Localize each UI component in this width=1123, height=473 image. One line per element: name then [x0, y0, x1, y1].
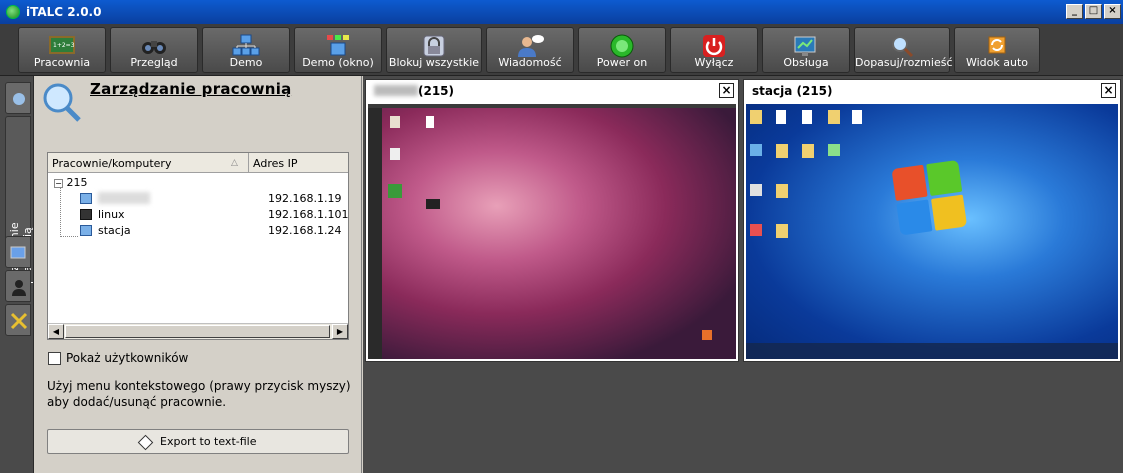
computer-icon — [80, 193, 92, 204]
demo-label: Demo — [229, 56, 263, 69]
screen-grid: (215) × stacja (215) × — [363, 76, 1123, 473]
panel-title: Zarządzanie pracownią — [90, 80, 292, 98]
sort-arrow-icon: △ — [231, 158, 238, 168]
show-users-checkbox[interactable] — [48, 352, 61, 365]
auto-view-button[interactable]: Widok auto — [954, 27, 1040, 73]
context-menu-hint: Użyj menu kontekstowego (prawy przycisk … — [47, 379, 351, 409]
tree-row-computer-1[interactable]: 192.168.1.19 — [80, 192, 348, 208]
column-header-ip[interactable]: Adres IP — [253, 157, 297, 170]
demo-window-icon — [327, 35, 349, 56]
power-off-label: Wyłącz — [694, 56, 734, 69]
classroom-button[interactable]: 1+2=3 Pracownia — [18, 27, 106, 73]
minimize-button[interactable]: _ — [1066, 4, 1083, 19]
auto-view-label: Widok auto — [965, 56, 1029, 69]
scroll-left-icon[interactable]: ◀ — [48, 324, 64, 339]
tree-row-computer-3[interactable]: stacja 192.168.1.24 — [80, 224, 348, 240]
overview-button[interactable]: Przegląd — [110, 27, 198, 73]
lock-all-label: Blokuj wszystkie — [388, 56, 480, 69]
windows7-desktop-preview — [746, 104, 1118, 359]
computer-ip: 192.168.1.101 — [268, 208, 349, 221]
user-icon — [12, 280, 26, 296]
close-button[interactable]: × — [1104, 4, 1121, 19]
computer-ip: 192.168.1.24 — [268, 224, 342, 237]
blurred-name — [98, 192, 150, 204]
side-tab-snapshots[interactable] — [5, 236, 31, 268]
tree-row-computer-2[interactable]: linux 192.168.1.101 — [80, 208, 348, 224]
demo-window-button[interactable]: Demo (okno) — [294, 27, 382, 73]
horizontal-scrollbar[interactable]: ◀ ▶ — [48, 323, 348, 339]
remote-control-label: Obsługa — [783, 56, 829, 69]
svg-text:1+2=3: 1+2=3 — [53, 42, 75, 49]
side-tab-config[interactable] — [5, 304, 31, 336]
blurred-host — [374, 85, 418, 96]
screenshot-icon — [10, 246, 26, 259]
title-bar: iTALC 2.0.0 _ □ × — [0, 0, 1123, 24]
fit-arrange-label: Dopasuj/rozmieść — [855, 56, 953, 69]
maximize-button[interactable]: □ — [1085, 4, 1102, 19]
classroom-label: Pracownia — [33, 56, 91, 69]
fit-arrange-button[interactable]: Dopasuj/rozmieść — [854, 27, 953, 73]
message-button[interactable]: Wiadomość — [486, 27, 574, 73]
demo-window-label: Demo (okno) — [302, 56, 374, 69]
screen-title: (215) — [418, 84, 455, 98]
lock-all-button[interactable]: Blokuj wszystkie — [386, 27, 482, 73]
power-on-label: Power on — [596, 56, 648, 69]
side-tab-top[interactable] — [5, 82, 31, 114]
power-on-icon — [610, 34, 634, 58]
screen-title: stacja (215) — [752, 84, 833, 98]
export-button[interactable]: Export to text-file — [47, 429, 349, 454]
scroll-right-icon[interactable]: ▶ — [332, 324, 348, 339]
italc-app-icon — [6, 5, 20, 19]
power-off-button[interactable]: Wyłącz — [670, 27, 758, 73]
close-icon[interactable]: × — [1101, 83, 1116, 98]
lock-icon — [423, 35, 445, 57]
pin-icon — [13, 93, 25, 105]
message-user-icon — [518, 35, 544, 57]
auto-view-icon — [988, 36, 1006, 54]
tree-header: Pracownie/komputery △ Adres IP — [48, 153, 348, 173]
power-off-icon — [703, 35, 725, 57]
main-toolbar: 1+2=3 Pracownia Przegląd Demo Demo (okno… — [0, 24, 1123, 76]
ubuntu-desktop-preview — [368, 104, 736, 359]
screen-tile-1[interactable]: (215) × — [365, 79, 739, 362]
export-icon — [137, 434, 153, 450]
window-title: iTALC 2.0.0 — [26, 5, 102, 19]
column-header-computers[interactable]: Pracownie/komputery — [52, 157, 171, 170]
message-label: Wiadomość — [498, 56, 562, 69]
remote-control-button[interactable]: Obsługa — [762, 27, 850, 73]
italc-window: iTALC 2.0.0 _ □ × 1+2=3 Pracownia Przegl… — [0, 0, 1123, 473]
side-tab-bar: Zarządzanie pracownią — [0, 76, 34, 473]
close-icon[interactable]: × — [719, 83, 734, 98]
computer-tree[interactable]: Pracownie/komputery △ Adres IP − 215 192… — [47, 152, 349, 340]
classroom-board-icon: 1+2=3 — [49, 36, 75, 54]
remote-control-icon — [794, 36, 816, 56]
computer-icon — [80, 225, 92, 236]
power-on-button[interactable]: Power on — [578, 27, 666, 73]
classroom-manager-panel: Zarządzanie pracownią Pracownie/komputer… — [34, 76, 362, 473]
magnifier-icon — [43, 83, 81, 122]
tools-icon — [10, 312, 28, 330]
computer-ip: 192.168.1.19 — [268, 192, 342, 205]
side-tab-users[interactable] — [5, 270, 31, 302]
scroll-thumb[interactable] — [65, 325, 330, 338]
demo-network-icon — [232, 34, 260, 56]
show-users-label: Pokaż użytkowników — [66, 351, 189, 365]
computer-name: linux — [98, 208, 125, 221]
overview-label: Przegląd — [130, 56, 178, 69]
screen-tile-2[interactable]: stacja (215) × — [743, 79, 1121, 362]
computer-name: stacja — [98, 224, 131, 237]
demo-button[interactable]: Demo — [202, 27, 290, 73]
magnifier-icon — [892, 36, 914, 58]
binoculars-icon — [142, 41, 166, 54]
computer-icon — [80, 209, 92, 220]
export-label: Export to text-file — [160, 435, 257, 448]
